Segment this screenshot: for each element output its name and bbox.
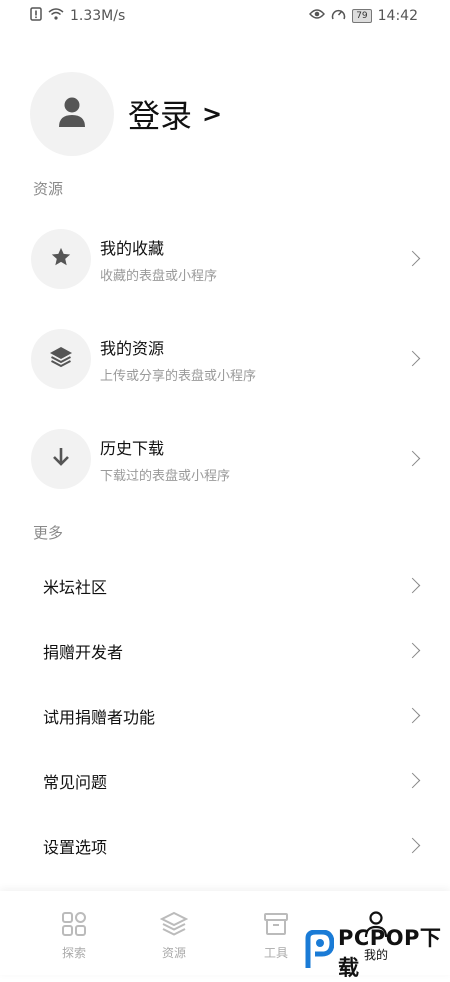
status-bar: 1.33M/s 79 14:42 [0, 0, 450, 32]
my-resources-item[interactable]: 我的资源 上传或分享的表盘或小程序 [0, 317, 450, 417]
chevron-right-icon [404, 707, 421, 724]
my-resources-subtitle: 上传或分享的表盘或小程序 [100, 369, 257, 384]
network-speed: 1.33M/s [70, 8, 126, 24]
tab-explore[interactable]: 探索 [44, 911, 104, 961]
my-resources-icon-circle [31, 329, 91, 389]
download-icon [51, 446, 71, 472]
download-history-item[interactable]: 历史下载 下载过的表盘或小程序 [0, 417, 450, 517]
person-icon [58, 96, 86, 132]
download-history-subtitle: 下载过的表盘或小程序 [100, 469, 231, 484]
settings-item[interactable]: 设置选项 [0, 816, 450, 876]
tab-resources[interactable]: 资源 [144, 911, 204, 961]
favorites-item[interactable]: 我的收藏 收藏的表盘或小程序 [0, 217, 450, 317]
chevron-right-icon [404, 577, 421, 594]
chevron-right-icon [404, 837, 421, 854]
star-icon [50, 246, 72, 272]
battery-indicator: 79 [352, 9, 372, 23]
layers-icon [49, 346, 73, 372]
login-arrow: > [202, 100, 223, 128]
download-history-title: 历史下载 [100, 439, 165, 458]
avatar[interactable] [30, 72, 114, 156]
chevron-right-icon [404, 250, 421, 267]
login-label: 登录 [128, 97, 193, 135]
download-history-icon-circle [31, 429, 91, 489]
notification-icon [30, 7, 42, 25]
donate-label: 捐赠开发者 [43, 643, 124, 662]
layers-icon [159, 911, 189, 941]
grid-icon [61, 912, 87, 941]
chevron-right-icon [404, 450, 421, 467]
favorites-subtitle: 收藏的表盘或小程序 [100, 269, 218, 284]
trial-donor-features-item[interactable]: 试用捐赠者功能 [0, 686, 450, 746]
chevron-right-icon [404, 772, 421, 789]
faq-label: 常见问题 [43, 773, 108, 792]
watermark-logo-icon [302, 929, 335, 974]
favorites-icon-circle [31, 229, 91, 289]
tab-tools[interactable]: 工具 [246, 911, 306, 961]
section-title-resources: 资源 [33, 180, 64, 198]
watermark: PCPOP下载 [302, 922, 450, 982]
wifi-icon [48, 8, 64, 24]
faq-item[interactable]: 常见问题 [0, 751, 450, 811]
trial-donor-features-label: 试用捐赠者功能 [43, 708, 156, 727]
favorites-title: 我的收藏 [100, 239, 165, 258]
community-item[interactable]: 米坛社区 [0, 556, 450, 616]
settings-label: 设置选项 [43, 838, 108, 857]
chevron-right-icon [404, 642, 421, 659]
login-link[interactable]: 登录 > [128, 91, 222, 137]
status-right: 79 14:42 [309, 7, 418, 25]
my-resources-title: 我的资源 [100, 339, 165, 358]
eye-icon [309, 8, 326, 24]
clock: 14:42 [377, 8, 418, 24]
chevron-right-icon [404, 350, 421, 367]
tab-resources-label: 资源 [161, 946, 186, 960]
tab-tools-label: 工具 [263, 946, 288, 960]
profile-header[interactable]: 登录 > [30, 72, 222, 156]
toolbox-icon [263, 913, 289, 941]
tab-explore-label: 探索 [61, 946, 86, 960]
community-label: 米坛社区 [43, 578, 108, 597]
status-left: 1.33M/s [30, 7, 125, 25]
speedometer-icon [331, 7, 346, 25]
watermark-text: PCPOP下载 [338, 926, 442, 980]
section-title-more: 更多 [33, 524, 64, 542]
donate-item[interactable]: 捐赠开发者 [0, 621, 450, 681]
